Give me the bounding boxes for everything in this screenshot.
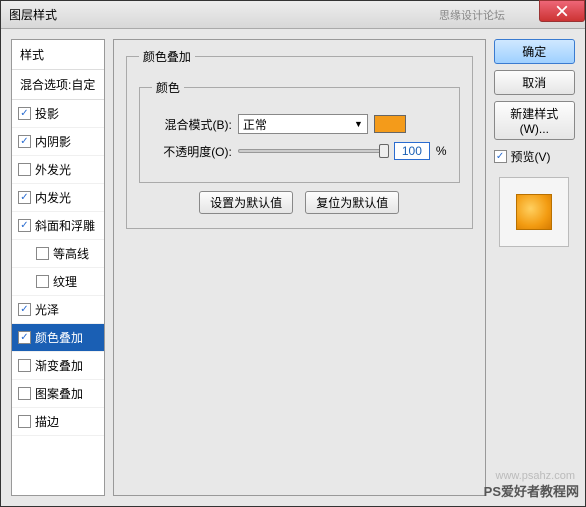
style-label: 斜面和浮雕 [35, 217, 95, 234]
cancel-button[interactable]: 取消 [494, 70, 575, 95]
style-item[interactable]: 内阴影 [12, 128, 104, 156]
color-swatch[interactable] [374, 115, 406, 133]
style-item[interactable]: 颜色叠加 [12, 324, 104, 352]
color-group: 颜色 混合模式(B): 正常 ▼ 不透明度(O): [139, 79, 460, 183]
style-label: 描边 [35, 413, 59, 430]
options-panel: 颜色叠加 颜色 混合模式(B): 正常 ▼ 不透明度(O): [113, 39, 486, 496]
style-checkbox[interactable] [18, 107, 31, 120]
slider-thumb[interactable] [379, 144, 389, 158]
blend-mode-row: 混合模式(B): 正常 ▼ [152, 114, 447, 134]
style-list: 投影内阴影外发光内发光斜面和浮雕等高线纹理光泽颜色叠加渐变叠加图案叠加描边 [12, 100, 104, 495]
style-label: 渐变叠加 [35, 357, 83, 374]
actions-panel: 确定 取消 新建样式(W)... 预览(V) [494, 39, 575, 496]
make-default-button[interactable]: 设置为默认值 [199, 191, 293, 214]
style-checkbox[interactable] [18, 163, 31, 176]
style-label: 光泽 [35, 301, 59, 318]
chevron-down-icon: ▼ [354, 119, 363, 129]
style-label: 内发光 [35, 189, 71, 206]
blend-options[interactable]: 混合选项:自定 [12, 70, 104, 100]
close-button[interactable] [539, 0, 585, 22]
preview-checkbox[interactable] [494, 150, 507, 163]
style-checkbox[interactable] [18, 331, 31, 344]
style-label: 投影 [35, 105, 59, 122]
style-item[interactable]: 斜面和浮雕 [12, 212, 104, 240]
style-checkbox[interactable] [18, 135, 31, 148]
style-checkbox[interactable] [18, 359, 31, 372]
style-checkbox[interactable] [18, 415, 31, 428]
opacity-input[interactable] [394, 142, 430, 160]
style-label: 颜色叠加 [35, 329, 83, 346]
style-item[interactable]: 纹理 [12, 268, 104, 296]
reset-default-button[interactable]: 复位为默认值 [305, 191, 399, 214]
preview-box [499, 177, 569, 247]
blend-mode-select[interactable]: 正常 ▼ [238, 114, 368, 134]
style-item[interactable]: 光泽 [12, 296, 104, 324]
style-item[interactable]: 图案叠加 [12, 380, 104, 408]
group-title: 颜色 [152, 79, 184, 96]
blend-mode-value: 正常 [243, 116, 267, 133]
style-label: 图案叠加 [35, 385, 83, 402]
new-style-button[interactable]: 新建样式(W)... [494, 101, 575, 140]
style-checkbox[interactable] [18, 219, 31, 232]
color-overlay-section: 颜色叠加 颜色 混合模式(B): 正常 ▼ 不透明度(O): [126, 48, 473, 229]
window-title: 图层样式 [9, 6, 57, 23]
style-checkbox[interactable] [18, 191, 31, 204]
style-checkbox[interactable] [36, 275, 49, 288]
style-item[interactable]: 渐变叠加 [12, 352, 104, 380]
opacity-slider[interactable] [238, 149, 388, 153]
titlebar: 图层样式 思缘设计论坛 [1, 1, 585, 29]
layer-style-dialog: 图层样式 思缘设计论坛 样式 混合选项:自定 投影内阴影外发光内发光斜面和浮雕等… [0, 0, 586, 507]
section-title: 颜色叠加 [139, 48, 195, 65]
forum-text: 思缘设计论坛 [439, 7, 505, 23]
style-item[interactable]: 外发光 [12, 156, 104, 184]
style-item[interactable]: 描边 [12, 408, 104, 436]
preview-row: 预览(V) [494, 146, 575, 167]
style-label: 内阴影 [35, 133, 71, 150]
style-checkbox[interactable] [36, 247, 49, 260]
preview-label: 预览(V) [511, 148, 551, 165]
style-label: 外发光 [35, 161, 71, 178]
preview-swatch [516, 194, 552, 230]
content-area: 样式 混合选项:自定 投影内阴影外发光内发光斜面和浮雕等高线纹理光泽颜色叠加渐变… [1, 29, 585, 506]
ok-button[interactable]: 确定 [494, 39, 575, 64]
blend-mode-label: 混合模式(B): [152, 116, 232, 133]
opacity-row: 不透明度(O): % [152, 142, 447, 160]
styles-header[interactable]: 样式 [12, 40, 104, 70]
styles-panel: 样式 混合选项:自定 投影内阴影外发光内发光斜面和浮雕等高线纹理光泽颜色叠加渐变… [11, 39, 105, 496]
style-label: 等高线 [53, 245, 89, 262]
button-row: 设置为默认值 复位为默认值 [139, 191, 460, 214]
opacity-label: 不透明度(O): [152, 143, 232, 160]
style-item[interactable]: 等高线 [12, 240, 104, 268]
style-item[interactable]: 内发光 [12, 184, 104, 212]
close-icon [556, 5, 568, 17]
style-item[interactable]: 投影 [12, 100, 104, 128]
style-label: 纹理 [53, 273, 77, 290]
style-checkbox[interactable] [18, 387, 31, 400]
opacity-unit: % [436, 144, 447, 158]
style-checkbox[interactable] [18, 303, 31, 316]
